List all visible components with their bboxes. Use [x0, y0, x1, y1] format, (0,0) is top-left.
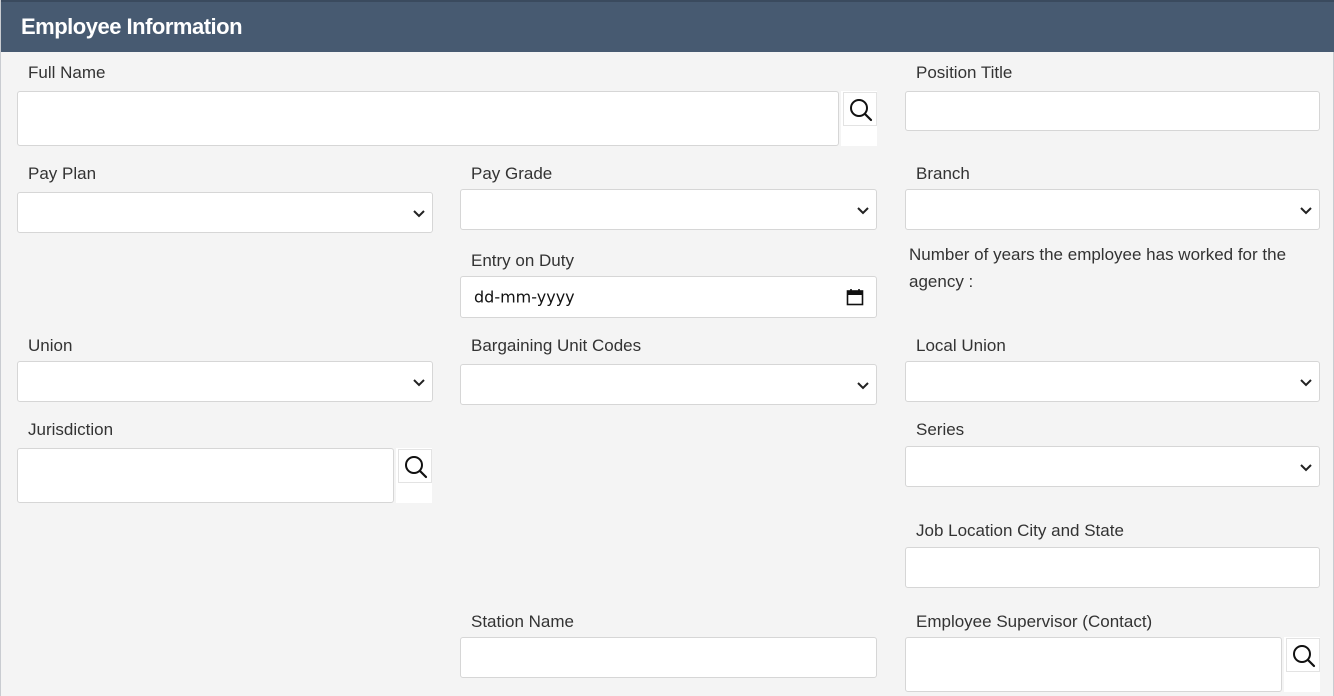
chevron-down-icon [857, 381, 869, 389]
job-location-label: Job Location City and State [916, 521, 1124, 540]
branch-select[interactable] [905, 189, 1320, 230]
full-name-lookup-button[interactable] [843, 92, 877, 126]
chevron-down-icon [1300, 378, 1312, 386]
employee-information-panel: Employee Information Full Name Position … [0, 0, 1334, 696]
chevron-down-icon [857, 206, 869, 214]
union-label: Union [28, 336, 73, 355]
local-union-select[interactable] [905, 361, 1320, 402]
search-icon [405, 456, 428, 479]
years-worked-label: Number of years the employee has worked … [909, 245, 1287, 291]
position-title-input[interactable] [905, 91, 1320, 131]
employee-supervisor-label: Employee Supervisor (Contact) [916, 612, 1153, 631]
pay-plan-select[interactable] [17, 192, 433, 233]
bargaining-unit-codes-label: Bargaining Unit Codes [471, 336, 642, 355]
chevron-down-icon [1300, 206, 1312, 214]
panel-title: Employee Information [21, 14, 243, 39]
jurisdiction-lookup-button[interactable] [398, 449, 432, 483]
employee-supervisor-input[interactable] [905, 637, 1282, 692]
pay-grade-select[interactable] [460, 189, 877, 230]
station-name-label: Station Name [471, 612, 574, 631]
bargaining-unit-codes-select[interactable] [460, 364, 877, 405]
chevron-down-icon [413, 209, 425, 217]
series-label: Series [916, 420, 965, 439]
jurisdiction-label: Jurisdiction [28, 420, 114, 439]
jurisdiction-input[interactable] [17, 448, 394, 503]
search-icon [850, 99, 873, 122]
branch-label: Branch [916, 164, 970, 183]
search-icon [1293, 645, 1316, 668]
local-union-label: Local Union [916, 336, 1006, 355]
entry-on-duty-date-placeholder: dd-mm-yyyy [474, 287, 575, 307]
pay-plan-label: Pay Plan [28, 164, 97, 183]
chevron-down-icon [413, 378, 425, 386]
station-name-input[interactable] [460, 637, 877, 678]
pay-grade-label: Pay Grade [471, 164, 553, 183]
panel-header: Employee Information [1, 0, 1334, 52]
union-select[interactable] [17, 361, 433, 402]
job-location-input[interactable] [905, 547, 1320, 588]
chevron-down-icon [1300, 463, 1312, 471]
position-title-label: Position Title [916, 63, 1013, 82]
employee-supervisor-lookup-button[interactable] [1286, 638, 1320, 672]
calendar-icon[interactable] [846, 288, 864, 306]
entry-on-duty-label: Entry on Duty [471, 251, 574, 270]
full-name-label: Full Name [28, 63, 106, 82]
full-name-input[interactable] [17, 91, 839, 146]
series-select[interactable] [905, 446, 1320, 487]
entry-on-duty-date-input[interactable]: dd-mm-yyyy [460, 276, 877, 318]
